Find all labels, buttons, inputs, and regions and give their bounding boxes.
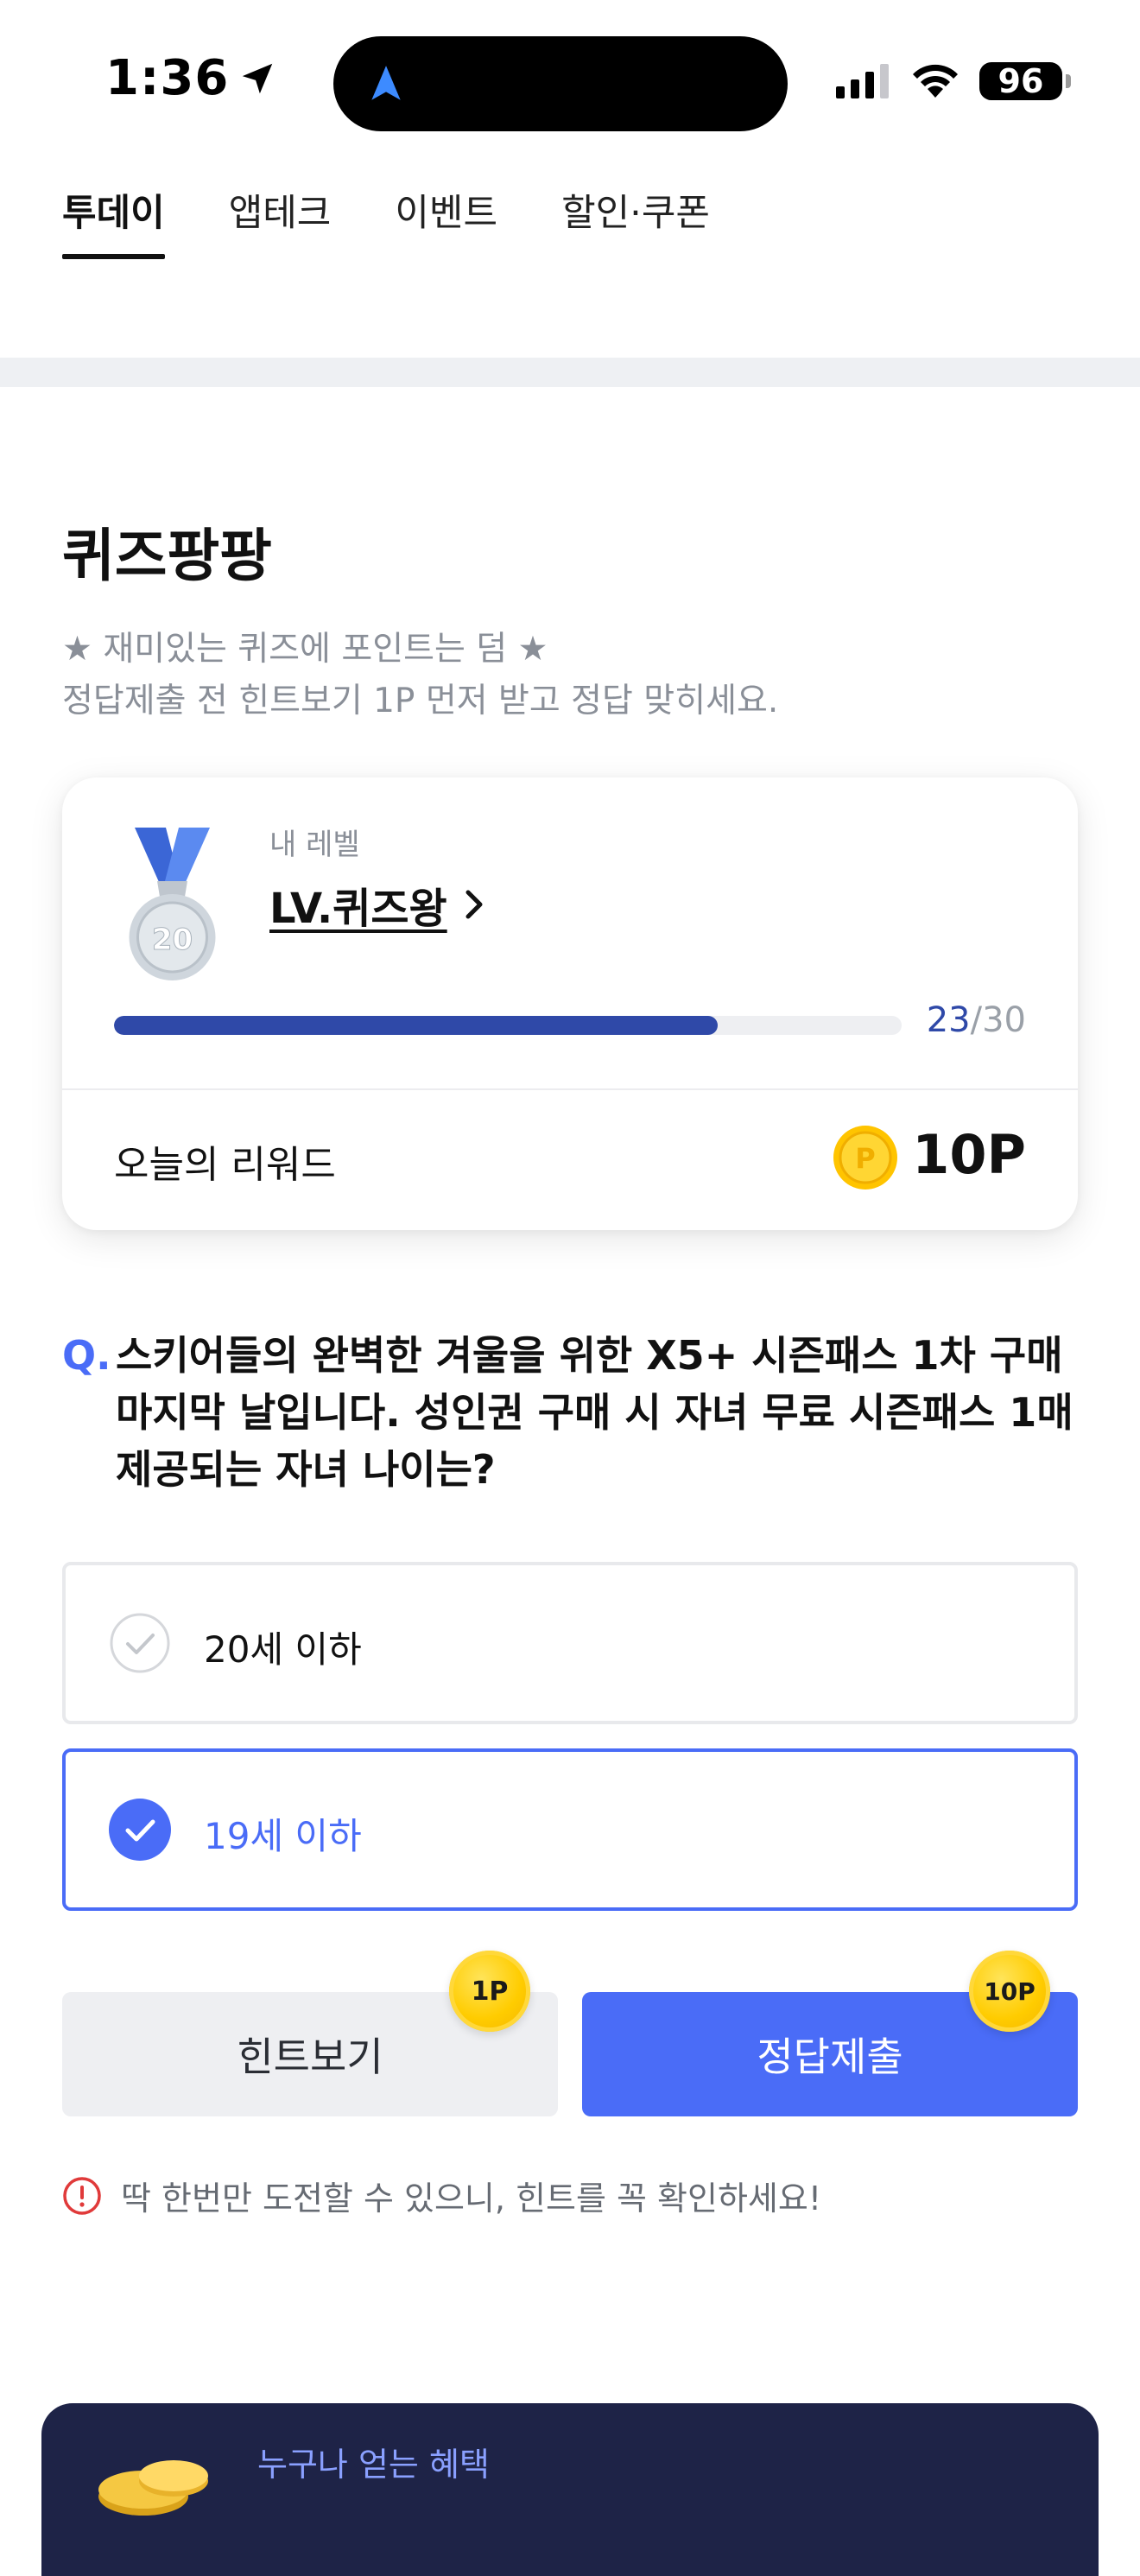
question-prefix: Q. (62, 1332, 111, 1379)
quiz-description-line1: ★ 재미있는 퀴즈에 포인트는 덤 ★ (62, 630, 548, 669)
medal-number: 20 (152, 923, 193, 957)
quiz-description-line2: 정답제출 전 힌트보기 1P 먼저 받고 정답 맞히세요. (62, 682, 779, 720)
progress-total: /30 (970, 1000, 1026, 1040)
promo-text: 누구나 얻는 혜택 (257, 2446, 490, 2484)
today-reward-label: 오늘의 리워드 (114, 1143, 336, 1187)
section-divider (0, 358, 1140, 387)
answer-option-1-label: 20세 이하 (204, 1628, 362, 1671)
point-coin-icon: P (833, 1126, 897, 1190)
level-progress-fill (114, 1016, 719, 1035)
promo-banner[interactable]: 누구나 얻는 혜택 (41, 2403, 1099, 2576)
quiz-title: 퀴즈팡팡 (62, 523, 272, 589)
tab-discount-coupon[interactable]: 할인·쿠폰 (561, 183, 710, 259)
level-progress-bar (114, 1016, 902, 1035)
progress-current: 23 (926, 1000, 971, 1040)
dynamic-island (333, 36, 788, 131)
level-card: 20 내 레벨 LV.퀴즈왕 23/30 오늘의 리워드 P 10P (62, 777, 1078, 1230)
chevron-right-icon (466, 890, 483, 919)
status-time-group: 1:36 (105, 50, 277, 106)
tab-event[interactable]: 이벤트 (395, 183, 497, 259)
status-bar: 1:36 96 (0, 0, 1140, 155)
medal-icon: 20 (129, 828, 216, 980)
hint-point-badge: 1P (449, 1951, 530, 2032)
question-line2: 마지막 날입니다. 성인권 구매 시 자녀 무료 시즌패스 1매 (116, 1389, 1074, 1436)
answer-option-2[interactable]: 19세 이하 (62, 1748, 1078, 1911)
notice: 딱 한번만 도전할 수 있으니, 힌트를 꼭 확인하세요! (62, 2172, 821, 2219)
navigation-icon (371, 66, 401, 100)
card-divider (62, 1088, 1078, 1090)
warning-icon (63, 2176, 101, 2215)
cellular-signal-icon (836, 64, 889, 98)
tab-today[interactable]: 투데이 (62, 183, 165, 259)
unchecked-circle-icon (110, 1613, 170, 1673)
today-reward-value: 10P (912, 1123, 1026, 1186)
level-name-link[interactable]: LV.퀴즈왕 (269, 874, 487, 935)
my-level-label: 내 레벨 (269, 828, 360, 862)
level-name: LV.퀴즈왕 (269, 885, 447, 933)
wifi-icon (913, 64, 958, 98)
answer-option-2-label: 19세 이하 (204, 1815, 362, 1857)
notice-text: 딱 한번만 도전할 수 있으니, 힌트를 꼭 확인하세요! (121, 2179, 822, 2218)
checked-circle-icon (109, 1799, 171, 1861)
coin-letter: P (855, 1142, 875, 1175)
status-icons: 96 (836, 62, 1071, 100)
battery-indicator: 96 (979, 62, 1071, 100)
status-time: 1:36 (105, 50, 230, 106)
top-tab-bar: 투데이 앱테크 이벤트 할인·쿠폰 (62, 183, 710, 259)
coins-icon (98, 2460, 208, 2516)
location-arrow-icon (243, 63, 273, 93)
level-progress-count: 23/30 (927, 1000, 1026, 1040)
tab-apptech[interactable]: 앱테크 (229, 183, 332, 259)
question-line1: 스키어들의 완벽한 겨울을 위한 X5+ 시즌패스 1차 구매 (116, 1332, 1063, 1379)
submit-point-badge: 10P (969, 1951, 1050, 2032)
question-line3: 제공되는 자녀 나이는? (116, 1446, 496, 1493)
answer-option-1[interactable]: 20세 이하 (62, 1562, 1078, 1724)
question-text: 스키어들의 완벽한 겨울을 위한 X5+ 시즌패스 1차 구매 마지막 날입니다… (116, 1327, 1083, 1498)
